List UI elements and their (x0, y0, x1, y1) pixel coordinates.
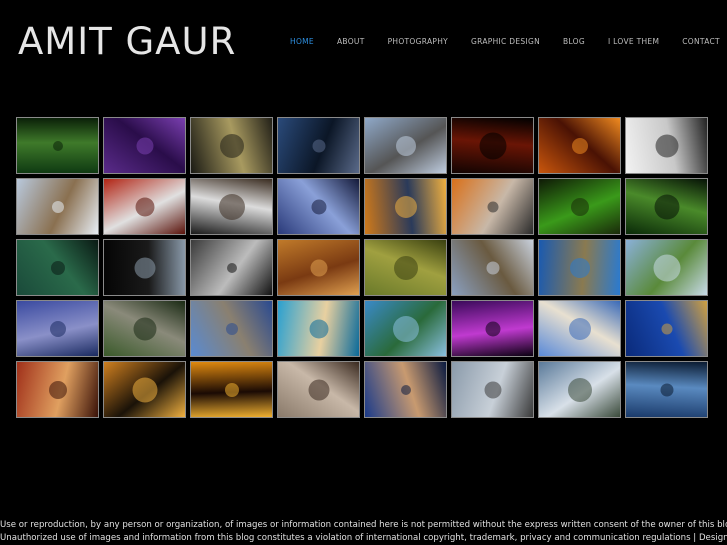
photo-subject (660, 383, 673, 396)
photo-thumbnail-monastery-cliff[interactable] (103, 300, 186, 357)
photo-thumbnail-boy-portrait[interactable] (364, 361, 447, 418)
photo-subject (134, 257, 155, 278)
nav-contact[interactable]: CONTACT (682, 37, 720, 47)
photo-subject (568, 317, 591, 340)
photo-thumbnail-mist-rocks[interactable] (451, 361, 534, 418)
photo-subject (136, 137, 153, 154)
photo-thumbnail-child-portrait[interactable] (190, 239, 273, 296)
photo-subject (311, 199, 326, 214)
photo-subject (226, 262, 237, 273)
photo-thumbnail-green-parrot[interactable] (538, 178, 621, 235)
photo-subject (395, 135, 416, 156)
photo-thumbnail-palm-sunset[interactable] (190, 361, 273, 418)
photo-subject (654, 194, 679, 219)
photo-thumbnail-red-door[interactable] (103, 178, 186, 235)
photo-subject (218, 193, 245, 220)
photo-subject (485, 321, 500, 336)
photo-thumbnail-crow-on-branch[interactable] (16, 239, 99, 296)
photo-subject (392, 315, 419, 342)
photo-subject (224, 382, 239, 397)
nav-blog[interactable]: BLOG (563, 37, 585, 47)
photo-subject (308, 379, 329, 400)
photo-thumbnail-checkered-floor[interactable] (190, 178, 273, 235)
photo-subject (310, 259, 327, 276)
nav-home[interactable]: HOME (290, 37, 314, 47)
photo-thumbnail-monk-prayer[interactable] (16, 361, 99, 418)
photo-subject (50, 260, 65, 275)
photo-thumbnail-water-drop-leaf[interactable] (625, 178, 708, 235)
photo-subject (312, 139, 325, 152)
photo-subject (48, 380, 67, 399)
photo-thumbnail-night-city[interactable] (625, 300, 708, 357)
photo-subject (487, 201, 498, 212)
photo-gallery-grid (16, 117, 708, 418)
photo-thumbnail-red-sun[interactable] (451, 117, 534, 174)
photo-thumbnail-hills-blue[interactable] (16, 300, 99, 357)
photo-subject (400, 384, 411, 395)
photo-thumbnail-cloudy-sky[interactable] (190, 117, 273, 174)
nav-about[interactable]: ABOUT (337, 37, 365, 47)
photo-subject (653, 254, 680, 281)
photo-thumbnail-turban-man[interactable] (451, 178, 534, 235)
photo-thumbnail-temple-sky[interactable] (190, 300, 273, 357)
photo-thumbnail-stormy-sky[interactable] (625, 361, 708, 418)
nav-i-love-them[interactable]: I LOVE THEM (608, 37, 659, 47)
photo-subject (393, 255, 418, 280)
photo-subject (52, 140, 63, 151)
photo-thumbnail-blue-lake[interactable] (277, 178, 360, 235)
photo-subject (484, 381, 501, 398)
photo-thumbnail-carved-stone[interactable] (277, 361, 360, 418)
photo-thumbnail-people-silhouettes[interactable] (625, 117, 708, 174)
photo-thumbnail-palace-ruins[interactable] (16, 178, 99, 235)
photo-thumbnail-lone-tree-field[interactable] (625, 239, 708, 296)
photo-subject (486, 261, 499, 274)
photo-thumbnail-beach-umbrella[interactable] (277, 300, 360, 357)
photo-thumbnail-taj-mahal[interactable] (538, 300, 621, 357)
photo-subject (225, 322, 238, 335)
photo-thumbnail-orange-sunset[interactable] (538, 117, 621, 174)
nav-graphic-design[interactable]: GRAPHIC DESIGN (471, 37, 540, 47)
photo-subject (570, 197, 589, 216)
photo-thumbnail-moon-bird[interactable] (103, 239, 186, 296)
photo-subject (661, 323, 672, 334)
photo-subject (133, 317, 156, 340)
photo-subject (309, 319, 328, 338)
photo-subject (219, 133, 244, 158)
photo-subject (51, 200, 64, 213)
photo-thumbnail-forest-trees[interactable] (16, 117, 99, 174)
photo-thumbnail-mountain-valley[interactable] (451, 239, 534, 296)
photo-subject (132, 377, 157, 402)
photo-thumbnail-river-statue-sunset[interactable] (103, 361, 186, 418)
photo-subject (569, 257, 590, 278)
copyright-footer: Use or reproduction, by any person or or… (0, 519, 727, 545)
nav-photography[interactable]: PHOTOGRAPHY (388, 37, 448, 47)
photo-thumbnail-white-birds[interactable] (364, 239, 447, 296)
photo-subject (655, 134, 678, 157)
photo-thumbnail-purple-dancer[interactable] (451, 300, 534, 357)
photo-subject (135, 197, 154, 216)
photo-thumbnail-pier-sunset[interactable] (364, 178, 447, 235)
main-nav: HOME ABOUT PHOTOGRAPHY GRAPHIC DESIGN BL… (290, 37, 720, 47)
copyright-line-1: Use or reproduction, by any person or or… (0, 520, 727, 530)
photo-thumbnail-resort-pool[interactable] (364, 300, 447, 357)
photo-subject (49, 320, 66, 337)
photo-subject (394, 195, 417, 218)
photo-thumbnail-dam-wall[interactable] (364, 117, 447, 174)
photo-thumbnail-tree-at-dusk[interactable] (277, 117, 360, 174)
photo-thumbnail-mountain-stream[interactable] (538, 361, 621, 418)
photo-subject (571, 137, 588, 154)
copyright-line-2: Unauthorized use of images and informati… (0, 533, 727, 543)
photo-subject (567, 377, 592, 402)
photo-thumbnail-purple-tree-silhouette[interactable] (103, 117, 186, 174)
photo-thumbnail-blue-mountains[interactable] (538, 239, 621, 296)
photo-subject (479, 132, 506, 159)
photo-thumbnail-candles-woman[interactable] (277, 239, 360, 296)
site-logo[interactable]: AMIT GAUR (18, 20, 236, 64)
